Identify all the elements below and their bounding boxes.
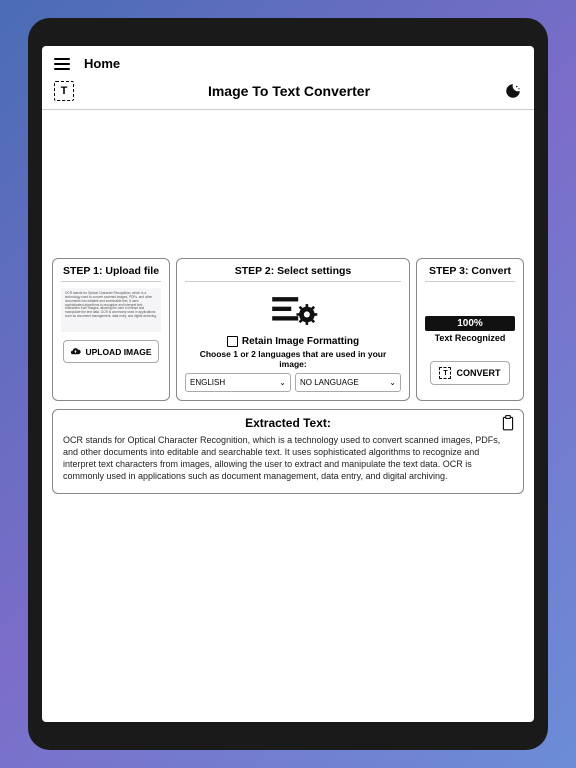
dark-mode-icon[interactable] [504, 82, 522, 100]
steps-row: STEP 1: Upload file OCR stands for Optic… [52, 258, 524, 401]
copy-icon[interactable] [501, 415, 515, 431]
language-select-1[interactable]: ENGLISH ⌄ [185, 373, 291, 392]
step1-box: STEP 1: Upload file OCR stands for Optic… [52, 258, 170, 401]
upload-button-label: UPLOAD IMAGE [85, 347, 151, 357]
title-bar: T Image To Text Converter [42, 77, 534, 110]
language-hint: Choose 1 or 2 languages that are used in… [185, 349, 401, 369]
step1-title: STEP 1: Upload file [61, 265, 161, 282]
convert-button[interactable]: T CONVERT [430, 361, 509, 385]
retain-label: Retain Image Formatting [242, 336, 359, 347]
app-logo-icon: T [54, 81, 74, 101]
cloud-upload-icon [70, 346, 81, 357]
image-preview: OCR stands for Optical Character Recogni… [61, 288, 161, 332]
app-screen: Home T Image To Text Converter STEP 1: U… [42, 46, 534, 722]
retain-checkbox[interactable] [227, 336, 238, 347]
top-bar: Home [42, 46, 534, 77]
tablet-frame: Home T Image To Text Converter STEP 1: U… [28, 18, 548, 750]
extracted-text-box: Extracted Text: OCR stands for Optical C… [52, 409, 524, 494]
spacer [52, 118, 524, 258]
upload-image-button[interactable]: UPLOAD IMAGE [63, 340, 158, 363]
home-label: Home [84, 56, 120, 71]
extracted-text: OCR stands for Optical Character Recogni… [63, 434, 513, 483]
language-selects: ENGLISH ⌄ NO LANGUAGE ⌄ [185, 373, 401, 392]
step2-title: STEP 2: Select settings [185, 265, 401, 282]
step3-title: STEP 3: Convert [425, 265, 515, 282]
menu-icon[interactable] [54, 58, 70, 70]
chevron-down-icon: ⌄ [279, 378, 286, 387]
progress-bar: 100% [425, 316, 515, 331]
language-select-2[interactable]: NO LANGUAGE ⌄ [295, 373, 401, 392]
settings-icon [267, 288, 319, 334]
content-area: STEP 1: Upload file OCR stands for Optic… [42, 110, 534, 722]
chevron-down-icon: ⌄ [389, 378, 396, 387]
recognized-label: Text Recognized [435, 333, 506, 343]
text-icon: T [439, 367, 451, 379]
extracted-title: Extracted Text: [63, 416, 513, 430]
retain-formatting-row[interactable]: Retain Image Formatting [227, 336, 359, 347]
step2-box: STEP 2: Select settings [176, 258, 410, 401]
page-title: Image To Text Converter [74, 83, 504, 99]
language-1-value: ENGLISH [190, 378, 225, 387]
step3-box: STEP 3: Convert 100% Text Recognized T C… [416, 258, 524, 401]
language-2-value: NO LANGUAGE [300, 378, 359, 387]
convert-button-label: CONVERT [456, 368, 500, 378]
